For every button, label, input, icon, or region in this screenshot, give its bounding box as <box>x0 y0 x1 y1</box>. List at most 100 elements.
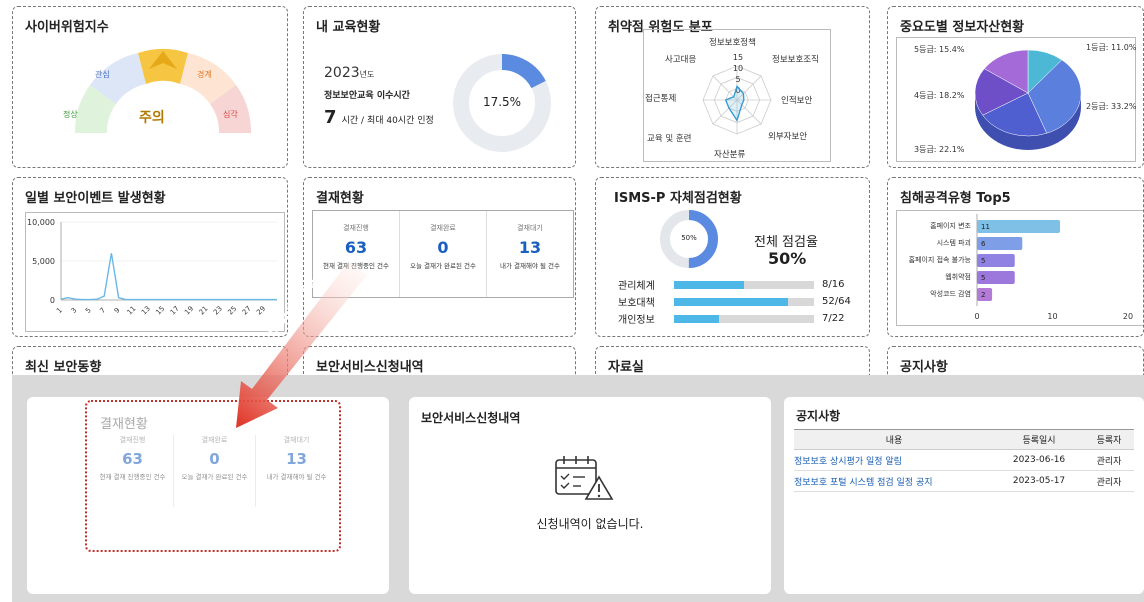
approval-col[interactable]: 결재대기 13 내가 결재해야 될 건수 <box>256 435 337 507</box>
card-title: 자료실 <box>608 360 644 375</box>
approval-count: 63 <box>122 450 143 468</box>
bar-category: 홈페이지 변조 <box>930 221 971 230</box>
bar-value: 2 <box>981 291 985 299</box>
radar-tick: 10 <box>733 64 743 73</box>
x-tick: 0 <box>974 312 979 321</box>
vuln-card: 취약점 위험도 분포 정보보호정책 정보보호조직 인적보안 외부자보안 자산분류 교육 및… <box>595 6 870 168</box>
y-tick: 10,000 <box>27 218 55 227</box>
approval-label: 결재대기 <box>517 224 543 232</box>
radar-axis-label: 정보보호정책 <box>709 37 756 48</box>
approval-card: 결재현황 결재진행 63 현재 결재 진행중인 건수 결재완료 0 오늘 결재가 완료된 … <box>303 177 576 337</box>
pie-label: 2등급: 33.2% <box>1086 102 1137 111</box>
table-row[interactable]: 정보보호 포털 시스템 점검 일정 공지 2023-05-17 관리자 <box>794 470 1134 492</box>
isms-bar-value: 7/22 <box>822 313 845 324</box>
x-tick: 21 <box>198 305 210 317</box>
isms-card: ISMS-P 자체점검현황 50% 전체 점검율 50% 관리체계 8/16 보호대… <box>595 177 870 337</box>
attack-bar-chart: 홈페이지 변조 11 시스템 파괴 6 홈페이지 접속 불가능 5 웹취약점 5 악성코드 감염… <box>909 214 1133 321</box>
notice-panel[interactable]: 공지사항 내용 등록일시 등록자 정보보호 상시평가 일정 알림 2023-06… <box>784 397 1144 594</box>
x-tick: 25 <box>226 305 238 317</box>
isms-bar-row: 관리체계 8/16 <box>618 276 858 293</box>
x-tick: 27 <box>241 305 253 317</box>
isms-rate: 50% <box>768 249 807 268</box>
level-warning: 경계 <box>197 70 212 79</box>
risk-gauge <box>74 48 252 133</box>
notice-date: 2023-05-17 <box>994 470 1084 492</box>
x-tick: 11 <box>126 305 138 317</box>
asset-card: 중요도별 정보자산현황 1등급: 11.0% 2등급: 33.2% 3등급: 22.… <box>887 6 1144 168</box>
x-tick: 1 <box>55 306 64 315</box>
isms-bar-fill <box>674 314 719 323</box>
year-value: 2023 <box>324 65 360 81</box>
bar-category: 악성코드 감염 <box>930 289 971 298</box>
isms-bar-row: 개인정보 7/22 <box>618 310 858 327</box>
x-tick: 23 <box>212 305 224 317</box>
isms-bar-value: 52/64 <box>822 296 851 307</box>
notice-author: 관리자 <box>1084 449 1134 471</box>
isms-bar-track <box>674 297 814 306</box>
y-tick: 5,000 <box>32 257 55 266</box>
isms-rate-label: 전체 점검율 <box>754 235 818 250</box>
bar-category: 홈페이지 접속 불가능 <box>909 255 972 264</box>
table-row[interactable]: 정보보호 상시평가 일정 알림 2023-06-16 관리자 <box>794 449 1134 471</box>
edu-label: 정보보안교육 이수시간 <box>324 91 410 101</box>
isms-bars: 관리체계 8/16 보호대책 52/64 개인정보 7/22 <box>618 276 858 327</box>
my-edu-card: 내 교육현황 2023년도 정보보안교육 이수시간 7 시간 / 최대 40시간… <box>303 6 576 168</box>
approval-col[interactable]: 결재진행 63 현재 결재 진행중인 건수 <box>92 435 174 507</box>
edu-year: 2023년도 <box>324 65 374 81</box>
x-tick: 3 <box>70 306 79 315</box>
bar-value: 11 <box>981 223 990 231</box>
approval-desc: 오늘 결재가 완료된 건수 <box>410 262 476 270</box>
x-tick: 17 <box>169 305 181 317</box>
approval-label: 결재대기 <box>283 436 310 444</box>
pie-label: 1등급: 11.0% <box>1086 43 1137 52</box>
isms-bar-row: 보호대책 52/64 <box>618 293 858 310</box>
approval-col[interactable]: 결재완료 0 오늘 결재가 완료된 건수 <box>174 435 256 507</box>
col-date: 등록일시 <box>994 429 1084 450</box>
card-title: 공지사항 <box>900 360 948 375</box>
approval-col[interactable]: 결재완료 0 오늘 결재가 완료된 건수 <box>400 211 487 297</box>
pie-label: 3등급: 22.1% <box>914 145 965 154</box>
edu-hours: 7 시간 / 최대 40시간 인정 <box>324 107 434 128</box>
approval-label: 결재진행 <box>119 436 146 444</box>
approval-count: 13 <box>286 450 307 468</box>
card-title: 최신 보안동향 <box>25 360 102 375</box>
pie-label: 4등급: 18.2% <box>914 91 965 100</box>
radar-axis-label: 외부자보안 <box>768 131 807 142</box>
x-tick: 29 <box>255 305 267 317</box>
hours-value: 7 <box>324 107 337 128</box>
notice-date: 2023-06-16 <box>994 449 1084 471</box>
notice-title-link[interactable]: 정보보호 상시평가 일정 알림 <box>794 449 994 471</box>
radar-axis-label: 자산분류 <box>714 149 745 160</box>
bar-value: 5 <box>981 257 985 265</box>
radar-axis-label: 사고대응 <box>665 55 696 65</box>
notice-title-link[interactable]: 정보보호 포털 시스템 점검 일정 공지 <box>794 470 994 492</box>
approval-count: 0 <box>437 238 449 257</box>
radar-axis-label: 정보보호조직 <box>772 54 819 65</box>
approval-count: 13 <box>518 238 542 257</box>
isms-bar-track <box>674 280 814 289</box>
x-tick: 19 <box>183 305 195 317</box>
x-tick: 10 <box>1047 312 1057 321</box>
approval-col[interactable]: 결재대기 13 내가 결재해야 될 건수 <box>487 211 573 297</box>
approval-panel[interactable]: 결재현황 결재진행 63 현재 결재 진행중인 건수 결재완료 0 오늘 결재가 완료된 … <box>27 397 389 594</box>
cyber-risk-card: 사이버위험지수 정상 관심 경계 심각 주의 <box>12 6 288 168</box>
x-tick: 9 <box>113 306 122 315</box>
risk-status: 주의 <box>139 110 165 126</box>
approval-col[interactable]: 결재진행 63 현재 결재 진행중인 건수 <box>313 211 400 297</box>
attack-card: 침해공격유형 Top5 홈페이지 변조 11 시스템 파괴 6 홈페이지 접속 불가능 5… <box>887 177 1144 337</box>
bar-value: 5 <box>981 274 985 282</box>
bar-category: 웹취약점 <box>945 272 971 281</box>
bar-value: 6 <box>981 240 986 248</box>
radar-tick: 5 <box>735 75 740 84</box>
service-panel[interactable]: 보안서비스신청내역 신청내역이 없습니다. <box>409 397 771 594</box>
radar-axis-label: 접근통제 <box>645 93 676 104</box>
approval-desc: 현재 결재 진행중인 건수 <box>323 262 389 270</box>
daily-line-chart: 10,0005,00001 3 5 7 9 11 13 15 17 19 21 23 25 27 29 <box>27 218 277 317</box>
x-tick: 5 <box>84 306 93 315</box>
x-tick: 20 <box>1123 312 1133 321</box>
approval-label: 결재진행 <box>343 224 369 232</box>
line-series <box>60 253 277 301</box>
card-title: ISMS-P 자체점검현황 <box>614 191 742 206</box>
isms-bar-track <box>674 314 814 323</box>
approval-desc: 내가 결재해야 될 건수 <box>499 262 561 270</box>
